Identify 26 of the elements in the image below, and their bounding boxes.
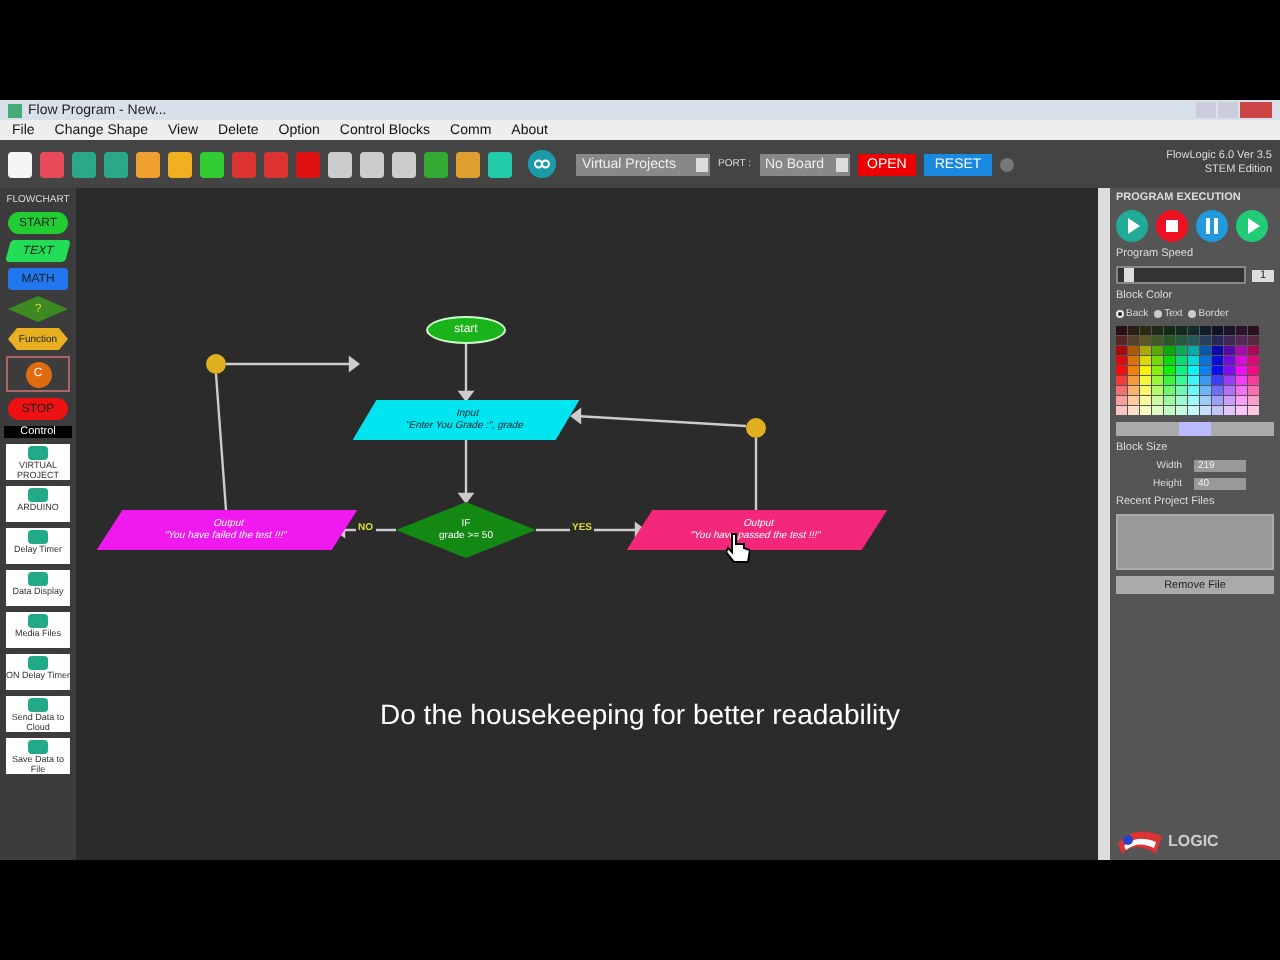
- control-icon: [28, 572, 48, 586]
- junction-dot[interactable]: [206, 354, 226, 374]
- video-subtitle: Do the housekeeping for better readability: [380, 698, 900, 730]
- connector-arrow: [226, 355, 360, 373]
- app-icon: [8, 103, 22, 117]
- control-icon: [28, 656, 48, 670]
- control-icon: [28, 698, 48, 712]
- control-icon: [28, 488, 48, 502]
- control-icon: [28, 614, 48, 628]
- connector-line: [214, 373, 228, 511]
- color-palette-drawing[interactable]: [1116, 326, 1260, 416]
- status-led-icon: [999, 157, 1014, 171]
- logo-text: LOGIC: [1168, 831, 1219, 849]
- stop-icon[interactable]: [1156, 210, 1188, 242]
- infinity-logo-icon[interactable]: [528, 150, 556, 178]
- speed-slider[interactable]: [1116, 266, 1246, 284]
- control-icon: [28, 446, 48, 460]
- step-icon[interactable]: [1236, 210, 1268, 242]
- connector-arrow: [457, 344, 475, 402]
- pause-icon[interactable]: [1196, 210, 1228, 242]
- control-icon: [28, 530, 48, 544]
- connector-arrow: [457, 440, 475, 504]
- connector-line: [754, 438, 758, 510]
- slider-thumb[interactable]: [1124, 268, 1135, 282]
- junction-dot[interactable]: [746, 418, 766, 438]
- control-icon: [28, 740, 48, 754]
